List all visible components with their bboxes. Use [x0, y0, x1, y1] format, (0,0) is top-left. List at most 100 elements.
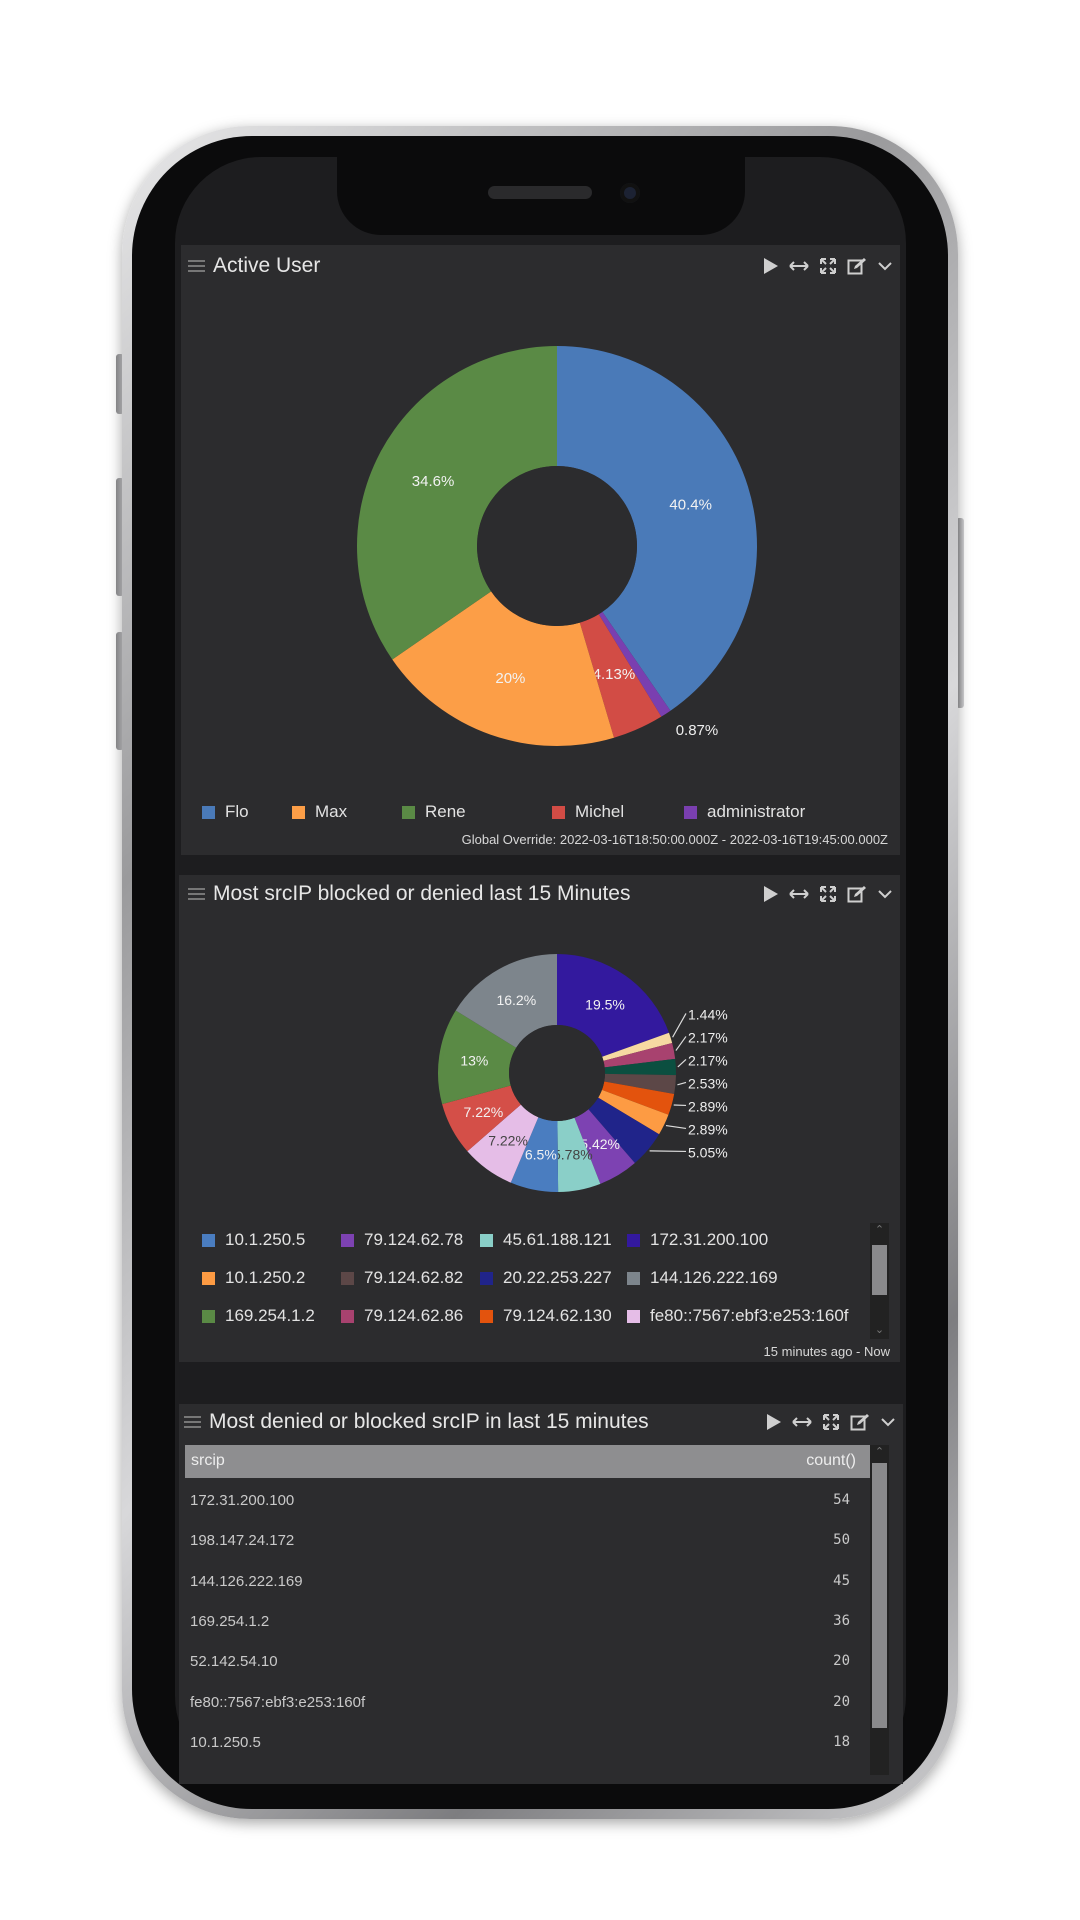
slice-label: 2.53%: [688, 1075, 728, 1091]
label-leader-line: [665, 1124, 687, 1130]
cell-count: 50: [833, 1532, 850, 1548]
expand-icon: [823, 1414, 839, 1430]
legend-swatch: [402, 805, 415, 819]
cell-srcip: 172.31.200.100: [190, 1492, 295, 1509]
resize-horizontal-button[interactable]: [792, 1416, 812, 1428]
legend-item[interactable]: 169.254.1.2: [202, 1306, 315, 1326]
srcip-blocked-pie-chart: 19.5% 1.44% 2.17% 2.17% 2.53% 2.89% 2.89% 5.05%…: [438, 954, 728, 1192]
scrollbar-thumb[interactable]: [872, 1463, 887, 1728]
legend-item[interactable]: 144.126.222.169: [627, 1268, 778, 1288]
edit-button[interactable]: [850, 1413, 870, 1431]
table-scrollbar[interactable]: ⌃: [870, 1445, 889, 1775]
table-row[interactable]: 172.31.200.100 54: [190, 1492, 850, 1509]
scroll-up-arrow-icon[interactable]: ⌃: [870, 1445, 889, 1459]
resize-horizontal-icon: [792, 1417, 812, 1427]
slice-label: 6.5%: [525, 1147, 557, 1163]
chevron-down-icon: [878, 262, 892, 271]
scrollbar-thumb[interactable]: [872, 1245, 887, 1295]
slice-label: 5.05%: [688, 1144, 728, 1160]
cell-srcip: 198.147.24.172: [190, 1532, 295, 1549]
legend-item[interactable]: 10.1.250.2: [202, 1268, 305, 1288]
table-row[interactable]: 144.126.222.169 45: [190, 1573, 850, 1590]
legend-label: Michel: [575, 802, 625, 821]
legend-label: 45.61.188.121: [503, 1230, 612, 1249]
cell-count: 18: [833, 1734, 850, 1750]
cell-count: 54: [833, 1492, 850, 1508]
play-icon: [767, 1414, 781, 1430]
legend-item[interactable]: 10.1.250.5: [202, 1230, 305, 1250]
legend-item[interactable]: Flo: [202, 802, 249, 822]
label-leader-line: [675, 1036, 687, 1051]
label-leader-line: [672, 1013, 687, 1038]
resize-horizontal-button[interactable]: [789, 888, 809, 900]
edit-button[interactable]: [847, 257, 867, 275]
expand-button[interactable]: [822, 1413, 840, 1431]
legend-item[interactable]: 45.61.188.121: [480, 1230, 612, 1250]
label-leader-line: [677, 1059, 687, 1068]
table-row[interactable]: 198.147.24.172 50: [190, 1532, 850, 1549]
column-header-srcip[interactable]: srcip: [191, 1452, 225, 1470]
speaker-grille: [488, 186, 592, 199]
play-button[interactable]: [763, 257, 779, 275]
legend-item[interactable]: 20.22.253.227: [480, 1268, 612, 1288]
label-leader-line: [649, 1150, 687, 1153]
legend-swatch: [292, 805, 305, 819]
slice-label: 40.4%: [669, 496, 712, 513]
legend-item[interactable]: Michel: [552, 802, 624, 822]
play-button[interactable]: [766, 1413, 782, 1431]
expand-button[interactable]: [819, 885, 837, 903]
legend-swatch: [684, 805, 697, 819]
table-row[interactable]: 52.142.54.10 20: [190, 1653, 850, 1670]
slice-label: 7.22%: [488, 1132, 528, 1148]
scroll-up-arrow-icon[interactable]: ⌃: [870, 1223, 889, 1237]
expand-icon: [820, 886, 836, 902]
edit-icon: [850, 1414, 869, 1431]
expand-icon: [820, 258, 836, 274]
edit-icon: [847, 886, 866, 903]
legend-swatch: [341, 1309, 354, 1323]
cell-srcip: 10.1.250.5: [190, 1734, 261, 1751]
legend-item[interactable]: 79.124.62.82: [341, 1268, 463, 1288]
legend-swatch: [480, 1309, 493, 1323]
legend-item[interactable]: Rene: [402, 802, 466, 822]
legend-item[interactable]: fe80::7567:ebf3:e253:160f: [627, 1306, 849, 1326]
chevron-down-button[interactable]: [877, 260, 893, 272]
resize-horizontal-button[interactable]: [789, 260, 809, 272]
scroll-down-arrow-icon[interactable]: ⌄: [870, 1323, 889, 1337]
slice-label: 20%: [495, 670, 525, 687]
legend-item[interactable]: administrator: [684, 802, 805, 822]
menu-icon[interactable]: [188, 259, 205, 273]
legend-label: Flo: [225, 802, 249, 821]
slice-label: 2.17%: [688, 1029, 728, 1045]
slice-label: 2.89%: [688, 1098, 728, 1114]
legend-swatch: [202, 1233, 215, 1247]
legend-item[interactable]: Max: [292, 802, 347, 822]
cell-count: 45: [833, 1573, 850, 1589]
table-row[interactable]: fe80::7567:ebf3:e253:160f 20: [190, 1694, 850, 1711]
chevron-down-button[interactable]: [880, 1416, 896, 1428]
expand-button[interactable]: [819, 257, 837, 275]
slice-label: 34.6%: [412, 473, 455, 490]
table-row[interactable]: 169.254.1.2 36: [190, 1613, 850, 1630]
slice-label: 0.87%: [676, 722, 719, 739]
cell-srcip: fe80::7567:ebf3:e253:160f: [190, 1694, 366, 1711]
legend-item[interactable]: 172.31.200.100: [627, 1230, 768, 1250]
table-row[interactable]: 10.1.250.5 18: [190, 1734, 850, 1751]
slice-label: 19.5%: [585, 996, 625, 1012]
legend-item[interactable]: 79.124.62.130: [480, 1306, 612, 1326]
legend-item[interactable]: 79.124.62.86: [341, 1306, 463, 1326]
panel-header: Most srcIP blocked or denied last 15 Min…: [188, 876, 893, 912]
legend-swatch: [480, 1233, 493, 1247]
column-header-count[interactable]: count(): [806, 1452, 856, 1470]
menu-icon[interactable]: [188, 887, 205, 901]
play-button[interactable]: [763, 885, 779, 903]
edit-button[interactable]: [847, 885, 867, 903]
legend-label: 20.22.253.227: [503, 1268, 612, 1287]
chevron-down-icon: [878, 890, 892, 899]
panel-title: Active User: [213, 254, 321, 277]
legend-scrollbar[interactable]: ⌃ ⌄: [870, 1223, 889, 1339]
menu-icon[interactable]: [184, 1415, 201, 1429]
chevron-down-button[interactable]: [877, 888, 893, 900]
label-leader-line: [677, 1081, 687, 1086]
legend-item[interactable]: 79.124.62.78: [341, 1230, 463, 1250]
